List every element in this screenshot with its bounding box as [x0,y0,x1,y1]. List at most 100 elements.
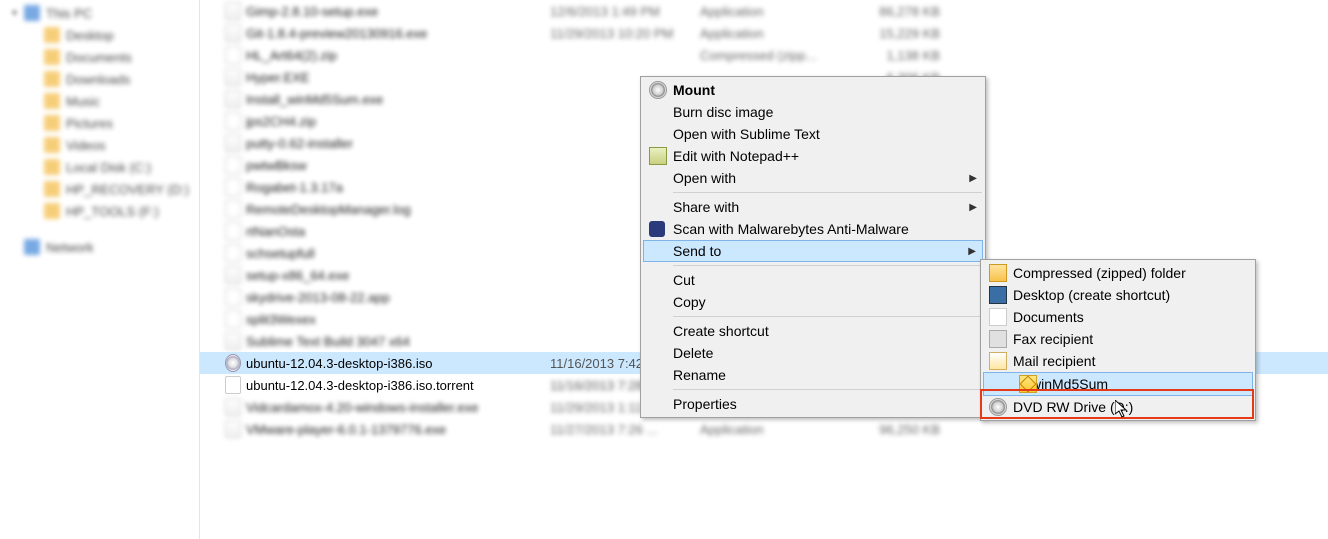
tree-item[interactable]: Pictures [0,112,199,134]
folder-icon [24,5,40,21]
dvd-icon [989,398,1007,416]
sendto-item[interactable]: Compressed (zipped) folder [983,262,1253,284]
file-icon [225,113,241,129]
menu-item-label: Scan with Malwarebytes Anti-Malware [673,221,909,237]
context-menu-item[interactable]: Create shortcut [643,320,983,342]
context-menu-item[interactable]: Burn disc image [643,101,983,123]
tree-item[interactable]: Network [0,236,199,258]
context-menu-item[interactable]: Edit with Notepad++ [643,145,983,167]
context-menu-item[interactable]: Open with Sublime Text [643,123,983,145]
tree-item[interactable]: Documents [0,46,199,68]
file-name: Sublime Text Build 3047 x64 [246,334,546,349]
menu-item-label: Send to [673,243,721,259]
tree-item-label: Documents [66,50,132,65]
file-row[interactable]: VMware-player-6.0.1-1379776.exe 11/27/201… [200,418,1328,440]
file-row[interactable]: HL_Art64(2).zipCompressed (zipp...1,138 … [200,44,1328,66]
sendto-item-label: Compressed (zipped) folder [1013,265,1186,281]
tree-item[interactable]: HP_TOOLS (F:) [0,200,199,222]
menu-item-label: Delete [673,345,713,361]
menu-item-label: Properties [673,396,737,412]
menu-separator [673,192,982,193]
file-icon [225,3,241,19]
context-menu-item[interactable]: Cut [643,269,983,291]
file-icon [225,47,241,63]
tree-item-label: Local Disk (C:) [66,160,151,175]
file-name: putty-0.62-installer [246,136,546,151]
sendto-item[interactable]: winMd5Sum [983,372,1253,396]
menu-separator [673,389,982,390]
context-menu-item[interactable]: Copy [643,291,983,313]
file-date: 11/29/2013 10:20 PM [550,26,700,41]
tree-item[interactable]: Local Disk (C:) [0,156,199,178]
menu-item-label: Open with [673,170,736,186]
file-name: pwtwBksw [246,158,546,173]
tree-item[interactable]: Desktop [0,24,199,46]
menu-item-label: Copy [673,294,706,310]
mail-icon [989,352,1007,370]
doc-icon [989,308,1007,326]
tree-item[interactable]: Music [0,90,199,112]
menu-item-label: Edit with Notepad++ [673,148,799,164]
tree-item[interactable]: Downloads [0,68,199,90]
tree-item-label: Music [66,94,100,109]
file-name: rtNanOsta [246,224,546,239]
file-row[interactable]: Git-1.8.4-preview20130916.exe11/29/2013 … [200,22,1328,44]
file-name: jps2CH4.zip [246,114,546,129]
tree-item[interactable]: This PC [0,2,199,24]
file-name: setup-x86_64.exe [246,268,546,283]
file-name: Vidcardamox-4.20-windows-installer.exe [246,400,546,415]
np-icon [649,147,667,165]
file-icon [225,157,241,173]
folder-icon [44,71,60,87]
file-icon [225,91,241,107]
context-menu-item[interactable]: Share with▶ [643,196,983,218]
menu-item-label: Burn disc image [673,104,773,120]
menu-item-label: Share with [673,199,739,215]
file-name: HL_Art64(2).zip [246,48,546,63]
menu-item-label: Mount [673,82,715,98]
file-name: VMware-player-6.0.1-1379776.exe [246,422,546,437]
context-menu-item[interactable]: Properties [643,393,983,415]
file-date: 12/6/2013 1:49 PM [550,4,700,19]
file-icon [225,223,241,239]
tree-item-label: Network [46,240,94,255]
sendto-submenu: Compressed (zipped) folder Desktop (creat… [980,259,1256,421]
sendto-item[interactable]: Documents [983,306,1253,328]
file-name: Hyper.EXE [246,70,546,85]
wmd-icon [1019,375,1037,393]
folder-icon [44,115,60,131]
sendto-item[interactable]: Mail recipient [983,350,1253,372]
sendto-item[interactable]: Desktop (create shortcut) [983,284,1253,306]
sendto-item-label: Mail recipient [1013,353,1095,369]
file-name: RemoteDesktopManager.log [246,202,546,217]
menu-item-label: Open with Sublime Text [673,126,820,142]
submenu-arrow-icon: ▶ [968,246,976,257]
menu-separator [673,316,982,317]
file-row[interactable]: Gimp-2.8.10-setup.exe12/6/2013 1:49 PMAp… [200,0,1328,22]
file-name: Rogabet-1.3.17a [246,180,546,195]
context-menu-item[interactable]: Open with▶ [643,167,983,189]
context-menu-item[interactable]: Mount [643,79,983,101]
folder-icon [44,27,60,43]
folder-icon [44,203,60,219]
context-menu-item[interactable]: Scan with Malwarebytes Anti-Malware [643,218,983,240]
sendto-item[interactable]: Fax recipient [983,328,1253,350]
folder-icon [44,137,60,153]
file-icon [225,69,241,85]
context-menu-item[interactable]: Rename [643,364,983,386]
menu-item-label: Rename [673,367,726,383]
folder-icon [24,239,40,255]
tree-item[interactable]: Videos [0,134,199,156]
menu-separator [673,265,982,266]
tree-item-label: HP_RECOVERY (D:) [66,182,189,197]
fax-icon [989,330,1007,348]
file-date: 11/27/2013 7:26 ... [550,422,700,437]
context-menu-item[interactable]: Send to ▶ [643,240,983,262]
context-menu: Mount Burn disc image Open with Sublime Te… [640,76,986,418]
tree-item-label: Videos [66,138,106,153]
file-size: 15,229 KB [820,26,940,41]
context-menu-item[interactable]: Delete [643,342,983,364]
file-name: schsetupfull [246,246,546,261]
tree-item[interactable]: HP_RECOVERY (D:) [0,178,199,200]
sendto-item[interactable]: DVD RW Drive (D:) [983,396,1253,418]
